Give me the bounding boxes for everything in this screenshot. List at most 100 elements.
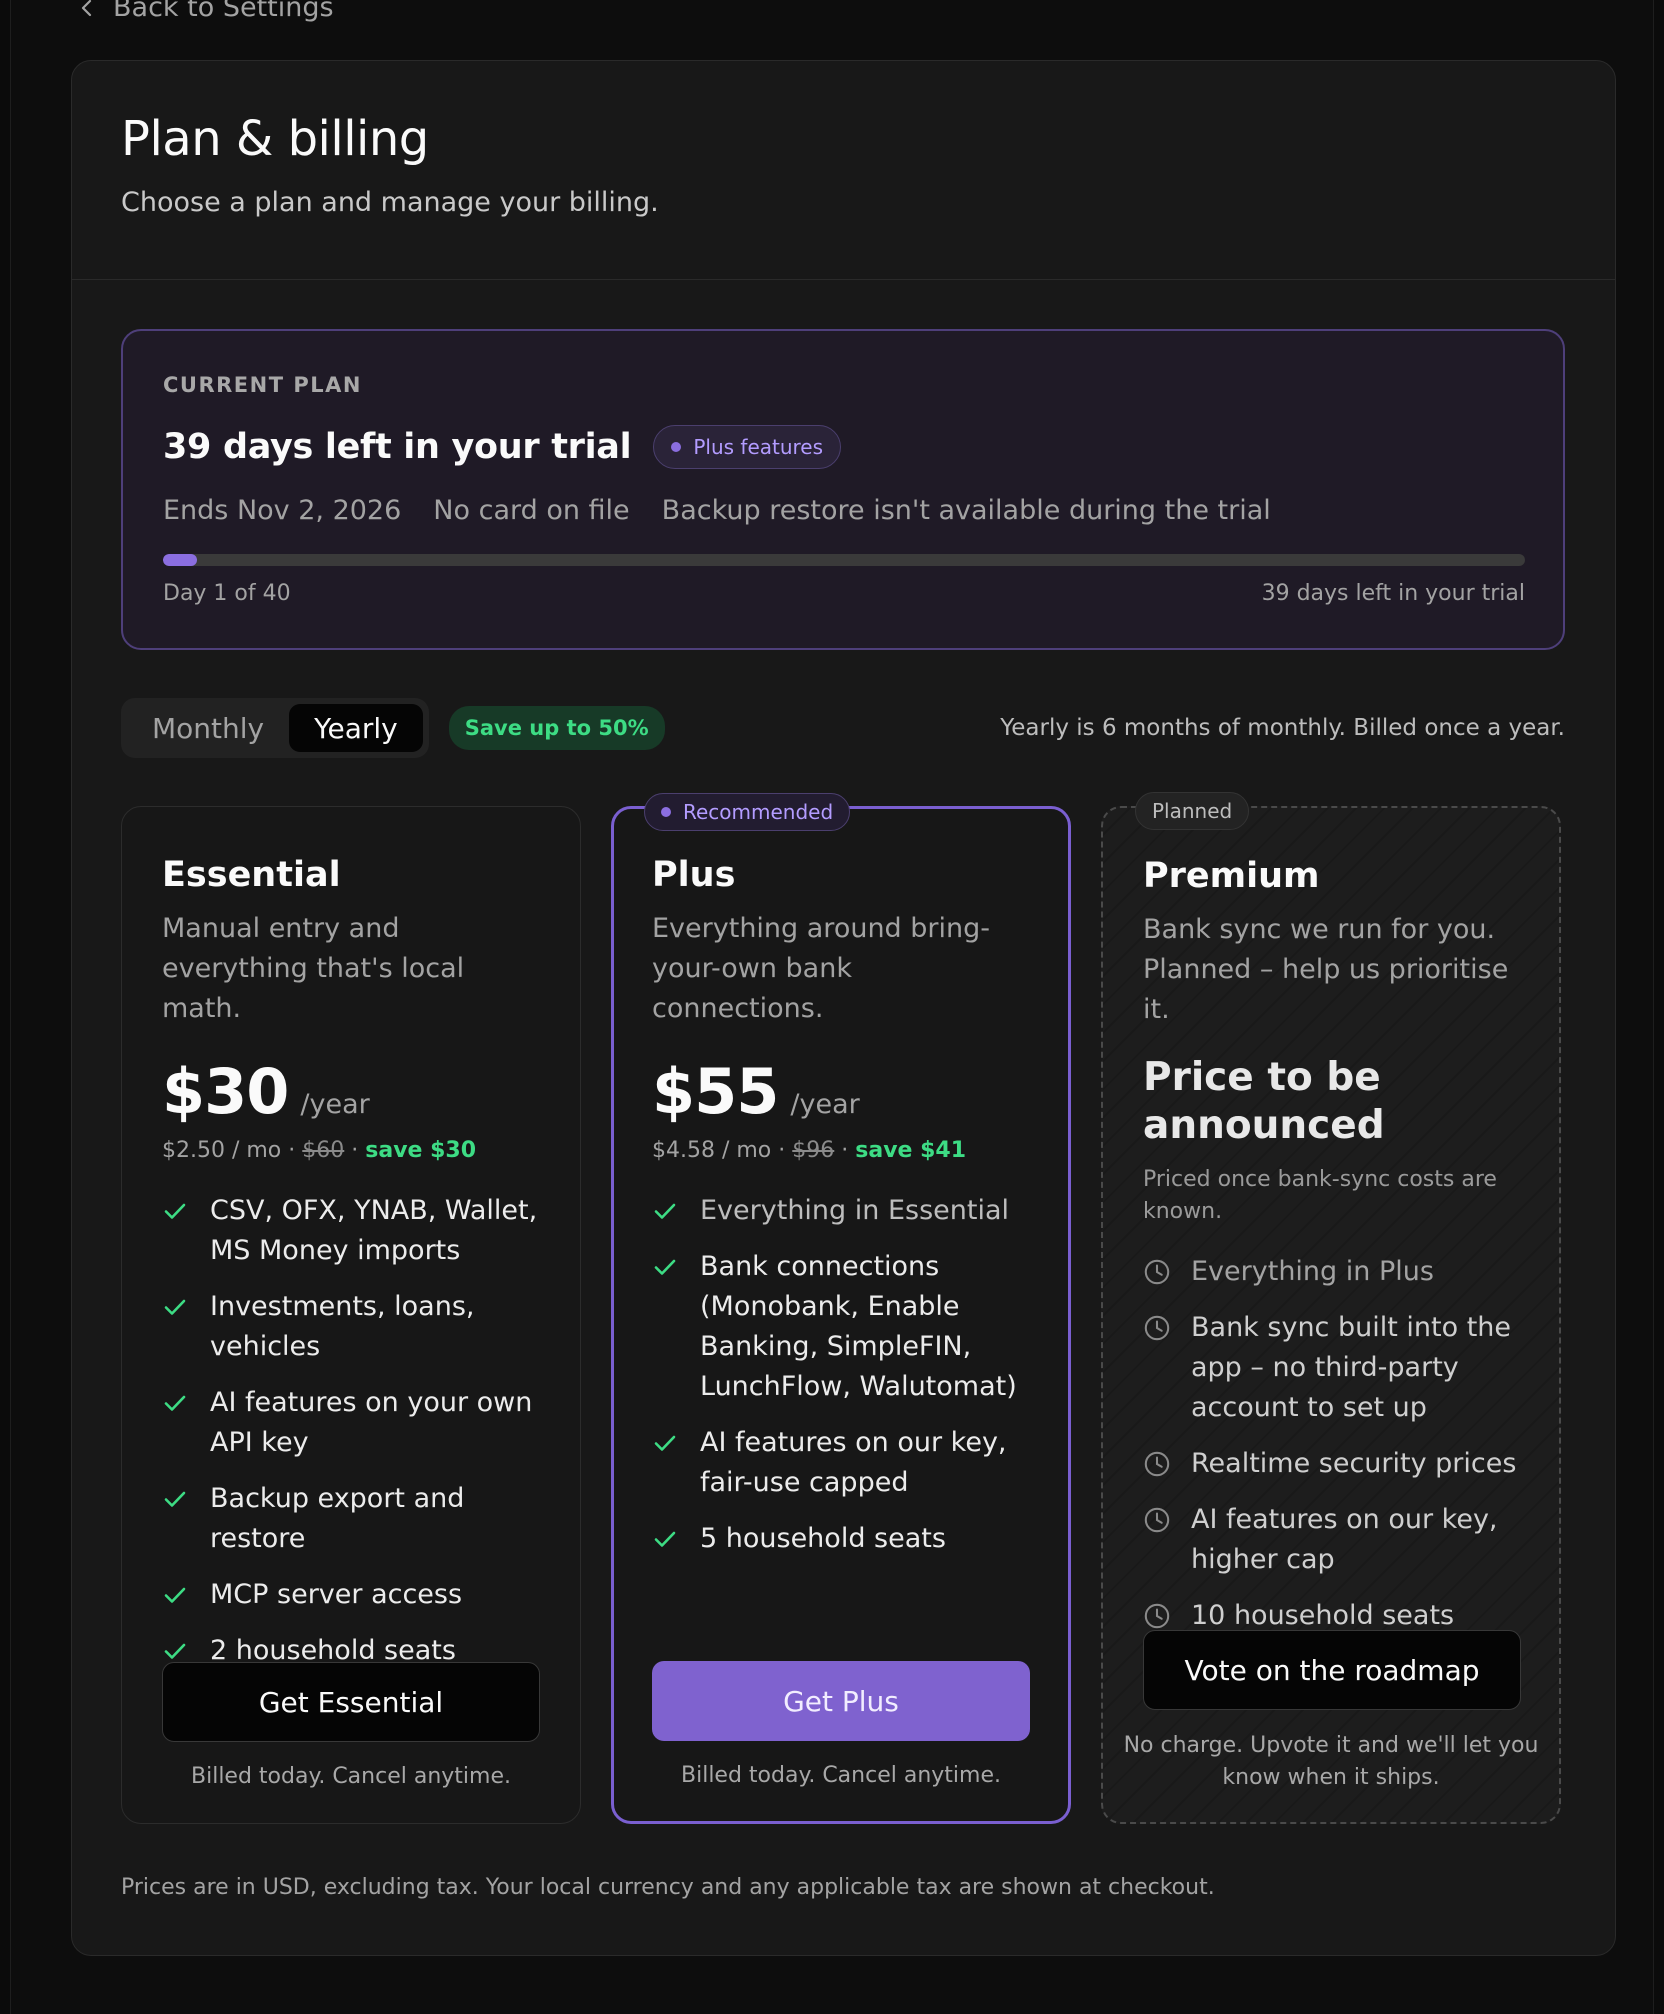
- original-price: $60: [302, 1138, 345, 1163]
- feature-list: Everything in Essential Bank connections…: [652, 1191, 1030, 1559]
- feature-item: MCP server access: [162, 1575, 540, 1615]
- feature-text: AI features on our key, higher cap: [1191, 1504, 1498, 1575]
- plan-name: Essential: [162, 855, 341, 895]
- badge-label: Plus features: [693, 435, 824, 459]
- badge-dot-icon: [671, 442, 682, 452]
- check-icon: [164, 1491, 186, 1507]
- monthly-equivalent: $2.50 / mo: [162, 1138, 282, 1163]
- price-tba: Price to be announced: [1143, 1055, 1385, 1148]
- planned-badge: Planned: [1135, 792, 1250, 830]
- back-to-settings-link[interactable]: Back to Settings: [77, 0, 334, 23]
- cta-note: No charge. Upvote it and we'll let you k…: [1123, 1733, 1539, 1790]
- card-status: No card on file: [433, 495, 630, 526]
- feature-text: Everything in Essential: [700, 1195, 1010, 1226]
- feature-list: CSV, OFX, YNAB, Wallet, MS Money imports…: [162, 1191, 540, 1671]
- plan-description: Manual entry and everything that's local…: [162, 913, 465, 1024]
- feature-item: Realtime security prices: [1143, 1444, 1519, 1484]
- feature-item: 5 household seats: [652, 1519, 1030, 1559]
- get-essential-button[interactable]: Get Essential: [162, 1662, 540, 1742]
- pricing-footnote: Prices are in USD, excluding tax. Your l…: [121, 1875, 1215, 1900]
- clock-icon: [1144, 1259, 1170, 1285]
- clock-icon: [1144, 1603, 1170, 1629]
- vote-roadmap-button[interactable]: Vote on the roadmap: [1143, 1630, 1521, 1710]
- plan-name: Plus: [652, 855, 736, 895]
- toggle-yearly[interactable]: Yearly: [289, 704, 423, 752]
- plan-price-detail: $2.50 / mo · $60 · save $30: [162, 1138, 477, 1163]
- page-title: Plan & billing: [121, 111, 429, 167]
- recommended-label: Recommended: [683, 800, 834, 824]
- current-plan-eyebrow: CURRENT PLAN: [163, 373, 362, 397]
- recommended-badge: Recommended: [644, 793, 851, 831]
- get-plus-button[interactable]: Get Plus: [652, 1661, 1030, 1741]
- feature-text: 5 household seats: [700, 1523, 946, 1554]
- cta-note: Billed today. Cancel anytime.: [681, 1763, 1001, 1788]
- feature-item: AI features on our key, higher cap: [1143, 1500, 1519, 1580]
- trial-progress-bar: [163, 554, 1525, 566]
- savings: save $30: [365, 1138, 477, 1163]
- check-icon: [164, 1643, 186, 1659]
- monthly-equivalent: $4.58 / mo: [652, 1138, 772, 1163]
- trial-progress-fill: [163, 554, 198, 566]
- plan-period: /year: [300, 1089, 370, 1120]
- feature-item: Bank connections (Monobank, Enable Banki…: [652, 1247, 1030, 1407]
- current-plan-panel: CURRENT PLAN 39 days left in your trial …: [121, 329, 1565, 650]
- feature-item: Backup export and restore: [162, 1479, 540, 1559]
- chevron-left-icon: [81, 0, 92, 16]
- feature-text: Everything in Plus: [1191, 1256, 1434, 1287]
- plan-price-detail: $4.58 / mo · $96 · save $41: [652, 1138, 967, 1163]
- billing-period-row: Monthly Yearly Save up to 50% Yearly is …: [121, 698, 1565, 758]
- feature-text: Realtime security prices: [1191, 1448, 1517, 1479]
- feature-text: AI features on your own API key: [210, 1387, 533, 1458]
- plan-description: Everything around bring-your-own bank co…: [652, 913, 991, 1024]
- badge-dot-icon: [661, 807, 671, 817]
- plan-price: $30: [162, 1055, 289, 1128]
- feature-item: Everything in Plus: [1143, 1252, 1519, 1292]
- restore-notice: Backup restore isn't available during th…: [661, 495, 1271, 526]
- plan-card-plus: Recommended Plus Everything around bring…: [611, 793, 1071, 1824]
- toggle-monthly[interactable]: Monthly: [127, 704, 289, 752]
- plan-name: Premium: [1143, 856, 1320, 896]
- progress-day-label: Day 1 of 40: [163, 581, 291, 606]
- trial-title: 39 days left in your trial: [163, 427, 632, 467]
- feature-item: CSV, OFX, YNAB, Wallet, MS Money imports: [162, 1191, 540, 1271]
- clock-icon: [1144, 1451, 1170, 1477]
- check-icon: [164, 1203, 186, 1219]
- feature-text: Bank connections (Monobank, Enable Banki…: [700, 1251, 1017, 1402]
- feature-text: CSV, OFX, YNAB, Wallet, MS Money imports: [210, 1195, 538, 1266]
- check-icon: [654, 1435, 676, 1451]
- page-header: Plan & billing Choose a plan and manage …: [72, 61, 1615, 280]
- check-icon: [164, 1587, 186, 1603]
- price-note: Priced once bank-sync costs are known.: [1143, 1167, 1497, 1224]
- trial-end-date: Ends Nov 2, 2026: [163, 495, 402, 526]
- trial-progress-labels: Day 1 of 40 39 days left in your trial: [163, 581, 1525, 606]
- feature-item: Bank sync built into the app – no third-…: [1143, 1308, 1519, 1428]
- back-label: Back to Settings: [113, 0, 334, 23]
- savings: save $41: [855, 1138, 967, 1163]
- billing-note: Yearly is 6 months of monthly. Billed on…: [1000, 715, 1565, 741]
- cta-note: Billed today. Cancel anytime.: [191, 1764, 511, 1789]
- feature-text: Bank sync built into the app – no third-…: [1191, 1312, 1512, 1423]
- check-icon: [654, 1203, 676, 1219]
- feature-item: Investments, loans, vehicles: [162, 1287, 540, 1367]
- feature-text: Investments, loans, vehicles: [210, 1291, 475, 1362]
- plan-card-essential: Essential Manual entry and everything th…: [121, 806, 581, 1824]
- check-icon: [164, 1395, 186, 1411]
- page-subtitle: Choose a plan and manage your billing.: [121, 187, 659, 218]
- billing-period-toggle: Monthly Yearly: [121, 698, 429, 758]
- plan-description: Bank sync we run for you. Planned – help…: [1143, 914, 1509, 1025]
- plan-price: $55: [652, 1055, 779, 1128]
- clock-icon: [1144, 1507, 1170, 1533]
- feature-text: AI features on our key, fair-use capped: [700, 1427, 1007, 1498]
- clock-icon: [1144, 1315, 1170, 1341]
- feature-item: AI features on our key, fair-use capped: [652, 1423, 1030, 1503]
- feature-text: MCP server access: [210, 1579, 463, 1610]
- plus-features-badge: Plus features: [653, 425, 842, 469]
- feature-item: AI features on your own API key: [162, 1383, 540, 1463]
- original-price: $96: [792, 1138, 835, 1163]
- save-badge: Save up to 50%: [448, 706, 665, 750]
- app-frame: Back to Settings Plan & billing Choose a…: [10, 0, 1654, 2014]
- progress-remaining-label: 39 days left in your trial: [1261, 581, 1525, 606]
- check-icon: [164, 1299, 186, 1315]
- trial-meta: Ends Nov 2, 2026 No card on file Backup …: [163, 495, 1523, 526]
- plan-card-premium: Planned Premium Bank sync we run for you…: [1101, 792, 1561, 1824]
